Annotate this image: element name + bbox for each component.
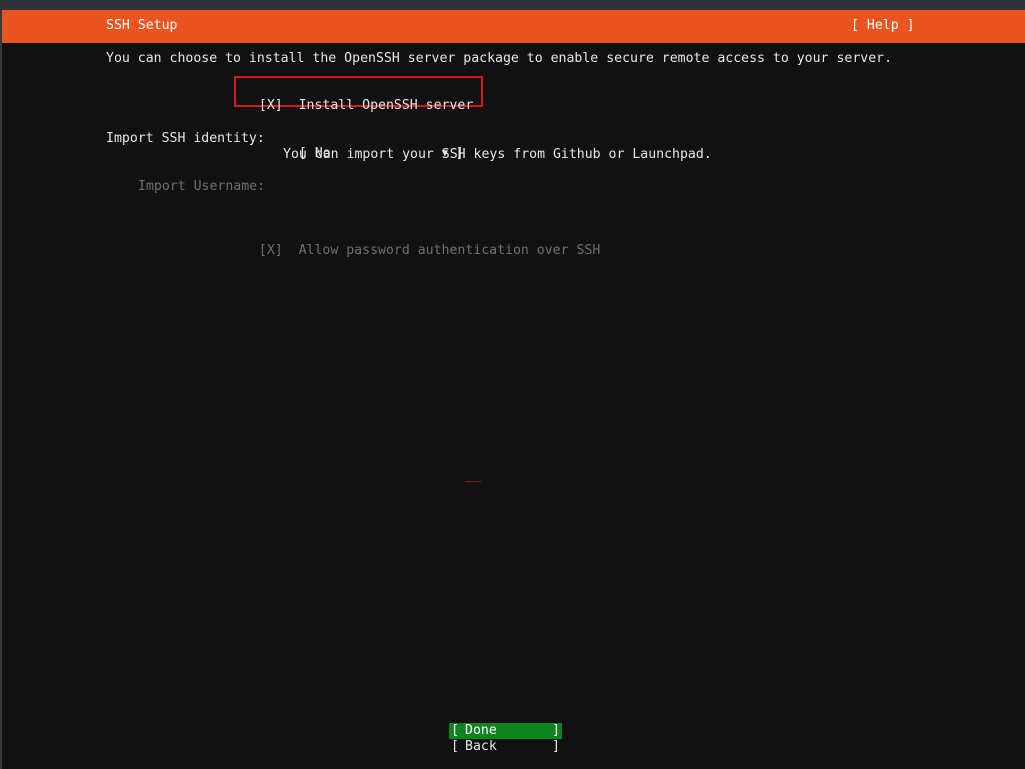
back-button[interactable]: [ Back ] (449, 739, 562, 755)
back-label: Back (465, 739, 497, 754)
import-identity-help-text: You can import your SSH keys from Github… (283, 147, 712, 162)
back-bracket-close: ] (552, 739, 560, 754)
done-label: Done (465, 723, 497, 738)
window-left-edge (0, 10, 2, 769)
import-ssh-identity-label: Import SSH identity: (106, 131, 265, 146)
import-username-label: Import Username: (138, 179, 266, 194)
page-title: SSH Setup (106, 18, 178, 33)
install-openssh-checkbox-mark[interactable]: [X] (259, 98, 283, 113)
allow-password-checkbox-mark: [X] (258, 243, 283, 258)
window-top-strip (0, 0, 1025, 10)
allow-password-label: Allow password authentication over SSH (298, 243, 601, 258)
done-bracket-close: ] (552, 723, 560, 738)
allow-password-auth-checkbox: [X] Allow password authentication over S… (243, 227, 600, 259)
done-bracket-open: [ (451, 723, 459, 738)
back-bracket-open: [ (451, 739, 459, 754)
done-button[interactable]: [ Done ] (449, 723, 562, 739)
install-openssh-checkbox[interactable]: [X] Install OpenSSH server (243, 83, 473, 113)
intro-text: You can choose to install the OpenSSH se… (106, 51, 893, 66)
stray-mark (465, 481, 481, 482)
import-username-input (283, 179, 583, 195)
help-button[interactable]: [ Help ] (851, 18, 915, 33)
header-bar: SSH Setup [ Help ] (2, 10, 1025, 43)
install-openssh-label: Install OpenSSH server (298, 98, 474, 113)
